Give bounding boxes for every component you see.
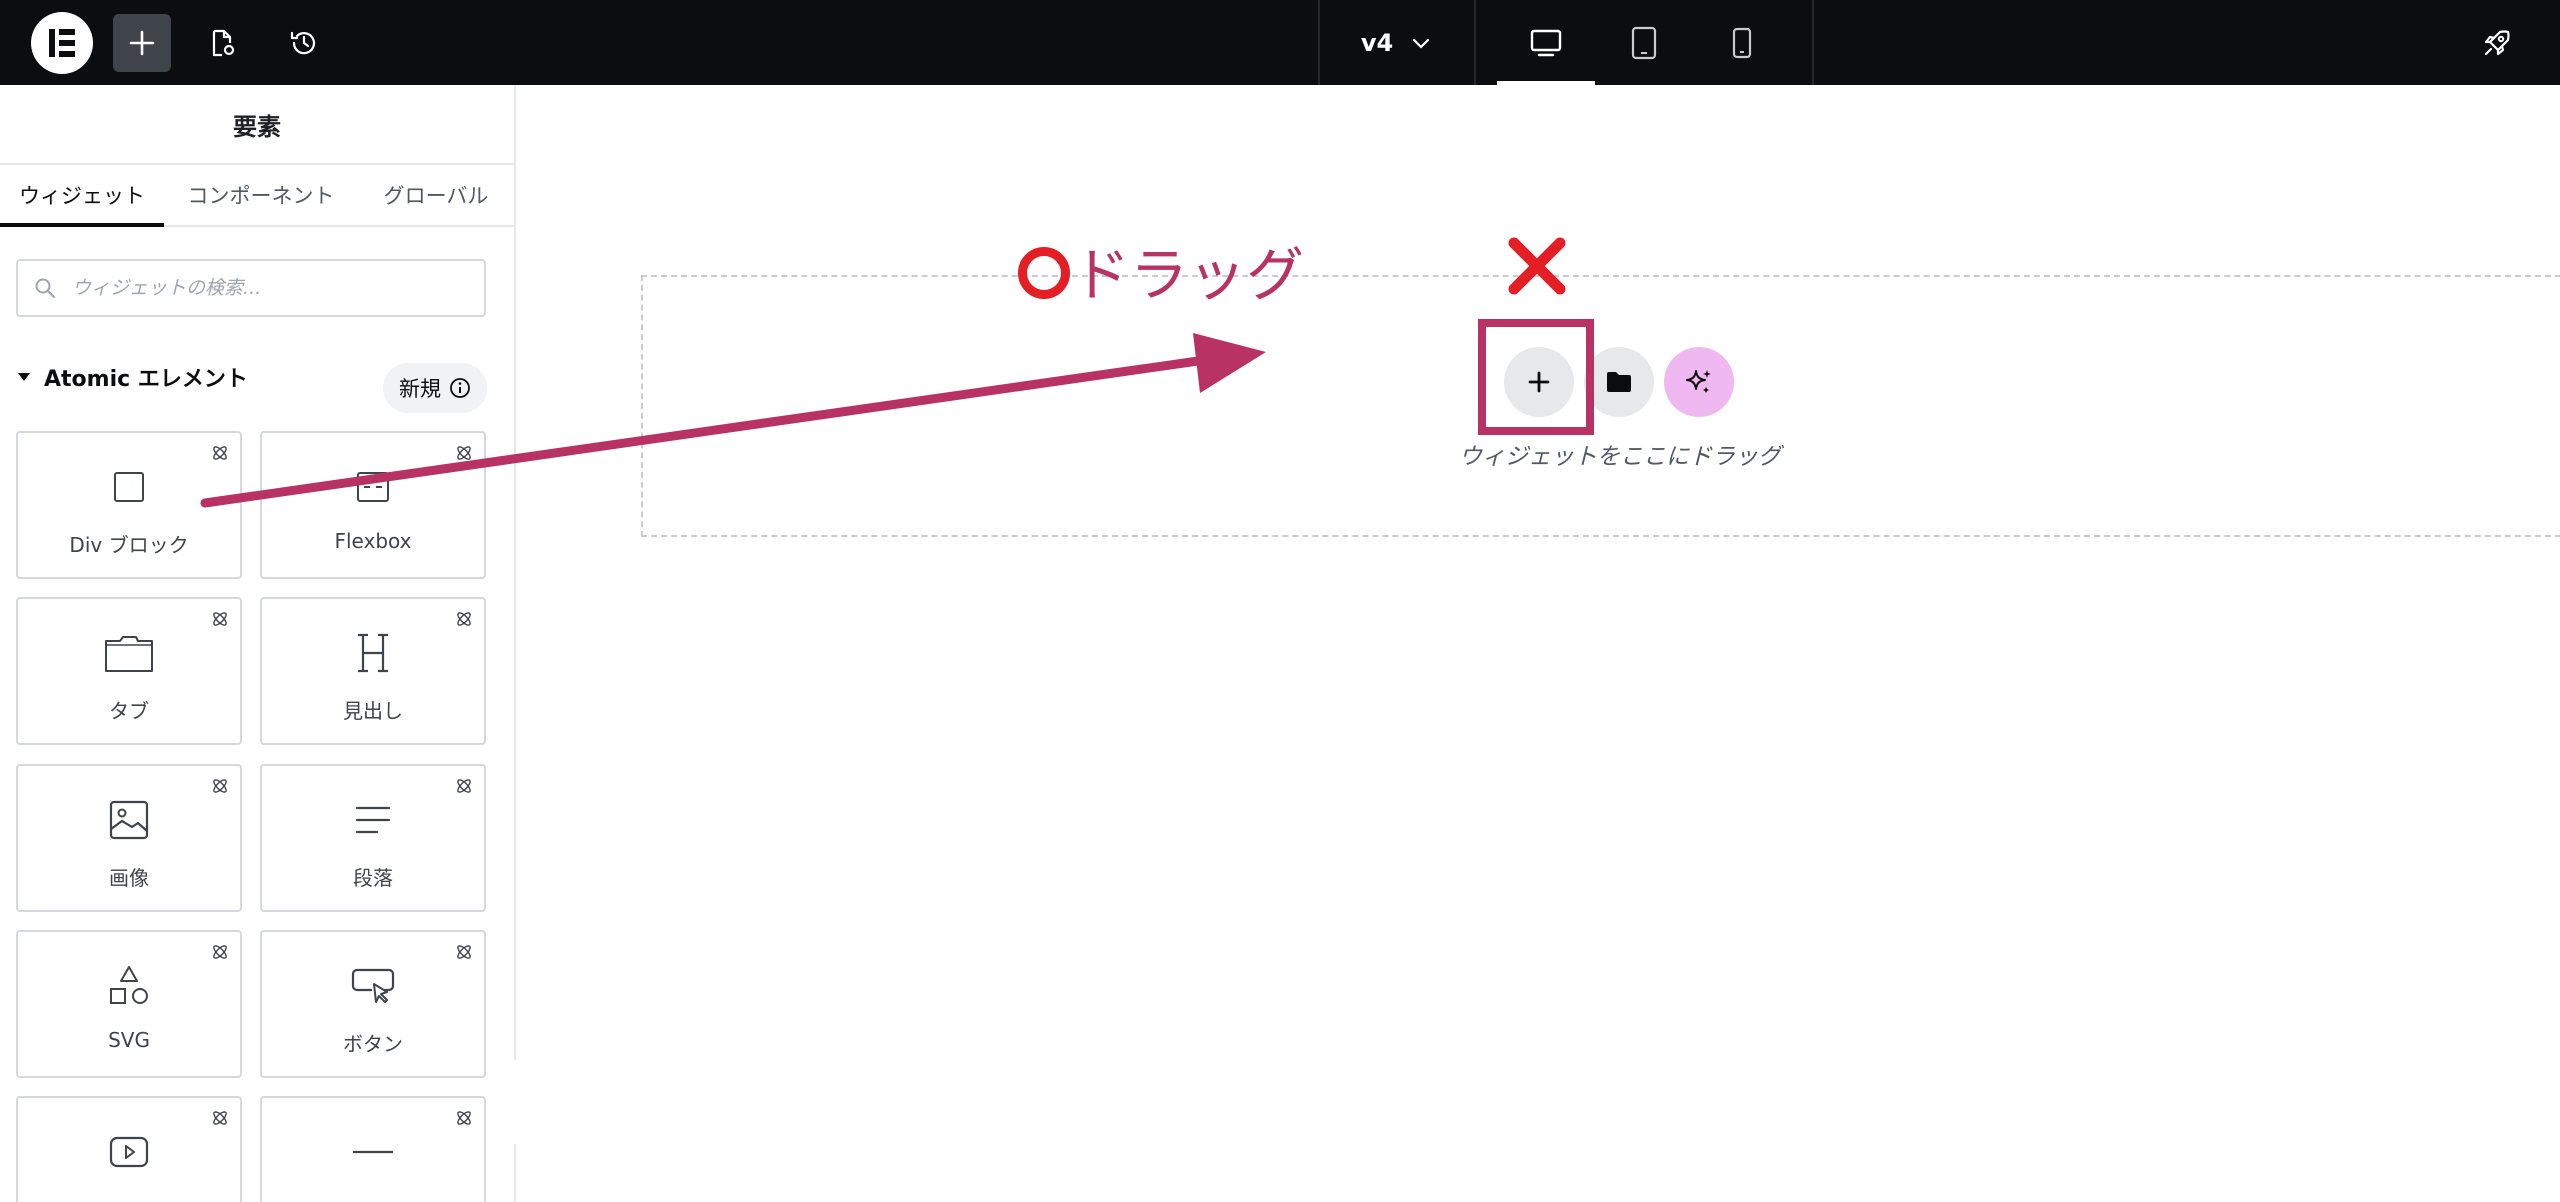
widget-search	[16, 259, 486, 317]
ai-button[interactable]	[1664, 347, 1734, 417]
divider-icon	[353, 1150, 393, 1154]
tab-widgets[interactable]: ウィジェット	[0, 165, 164, 227]
widget-heading[interactable]: 見出し	[260, 597, 486, 745]
divider	[1812, 0, 1814, 85]
info-icon	[450, 378, 470, 398]
widget-div-block[interactable]: Div ブロック	[16, 431, 242, 579]
widget-tabs[interactable]: タブ	[16, 597, 242, 745]
rocket-icon	[2484, 30, 2510, 56]
atomic-icon	[457, 945, 471, 959]
category-label: Atomic エレメント	[44, 367, 248, 392]
device-tablet-button[interactable]	[1595, 0, 1693, 85]
tab-components[interactable]: コンポーネント	[176, 165, 346, 225]
page-settings-button[interactable]	[193, 14, 251, 72]
caret-down-icon	[18, 373, 30, 381]
image-icon	[109, 800, 149, 840]
template-library-button[interactable]	[1584, 347, 1654, 417]
search-input[interactable]	[70, 276, 454, 300]
atomic-icon	[457, 446, 471, 460]
panel-title: 要素	[0, 85, 514, 165]
button-icon	[351, 968, 395, 1003]
new-badge[interactable]: 新規	[383, 363, 487, 413]
version-selector[interactable]: v4	[1318, 0, 1474, 85]
publish-button[interactable]	[2468, 14, 2526, 72]
plus-icon	[129, 30, 155, 56]
panel-tabs: ウィジェット コンポーネント グローバル	[0, 165, 514, 227]
widget-label: 見出し	[343, 699, 403, 723]
svg-shapes-icon	[110, 966, 148, 1004]
tabs-icon	[105, 636, 153, 672]
atomic-icon	[457, 1111, 471, 1125]
ai-sparkle-icon	[1686, 370, 1711, 393]
div-block-icon	[114, 472, 144, 502]
drop-zone-label: ウィジェットをここにドラッグ	[1459, 444, 1781, 470]
atomic-icon	[457, 779, 471, 793]
history-button[interactable]	[275, 14, 333, 72]
widget-label: タブ	[109, 699, 149, 723]
tab-global[interactable]: グローバル	[366, 165, 506, 225]
widget-label: Div ブロック	[69, 533, 189, 557]
folder-icon	[1607, 372, 1631, 392]
tablet-icon	[1631, 26, 1657, 59]
cross-mark-icon	[1508, 237, 1566, 295]
new-badge-label: 新規	[399, 377, 441, 401]
annotation-drag-text: ドラッグ	[1072, 241, 1305, 309]
widget-divider[interactable]	[260, 1096, 486, 1202]
widget-flexbox[interactable]: Flexbox	[260, 431, 486, 579]
heading-icon	[358, 633, 388, 673]
widget-label: ボタン	[343, 1032, 403, 1056]
atomic-icon	[213, 779, 227, 793]
widget-label: 画像	[109, 866, 149, 890]
elements-panel: 要素 ウィジェット コンポーネント グローバル Atomic エレメント 新規 …	[0, 85, 516, 1202]
video-icon	[109, 1136, 149, 1168]
elementor-logo-icon[interactable]	[31, 12, 93, 74]
atomic-icon	[457, 612, 471, 626]
device-desktop-button[interactable]	[1497, 0, 1595, 85]
widget-video[interactable]	[16, 1096, 242, 1202]
annotation-drag-label: ドラッグ	[1018, 228, 1304, 312]
page-settings-icon	[212, 29, 235, 57]
circle-mark-icon	[1018, 247, 1070, 299]
history-icon	[290, 31, 316, 55]
category-header-atomic[interactable]: Atomic エレメント	[16, 361, 248, 393]
widget-button[interactable]: ボタン	[260, 930, 486, 1078]
atomic-icon	[213, 446, 227, 460]
add-element-button[interactable]	[113, 14, 171, 72]
widget-paragraph[interactable]: 段落	[260, 764, 486, 912]
desktop-icon	[1530, 29, 1562, 56]
widget-image[interactable]: 画像	[16, 764, 242, 912]
device-mobile-button[interactable]	[1693, 0, 1791, 85]
widget-label: Flexbox	[334, 529, 412, 553]
top-bar: v4	[0, 0, 2560, 85]
atomic-icon	[213, 945, 227, 959]
annotation-highlight-box	[1478, 319, 1594, 435]
mobile-icon	[1732, 27, 1752, 58]
widget-label: 段落	[353, 866, 393, 890]
version-label: v4	[1360, 28, 1394, 57]
chevron-down-icon	[1413, 38, 1430, 49]
search-icon	[35, 278, 55, 298]
flexbox-icon	[357, 472, 389, 502]
atomic-icon	[213, 1111, 227, 1125]
divider	[1474, 0, 1476, 85]
paragraph-icon	[355, 806, 391, 834]
widget-svg[interactable]: SVG	[16, 930, 242, 1078]
widget-label: SVG	[108, 1028, 150, 1052]
atomic-icon	[213, 612, 227, 626]
